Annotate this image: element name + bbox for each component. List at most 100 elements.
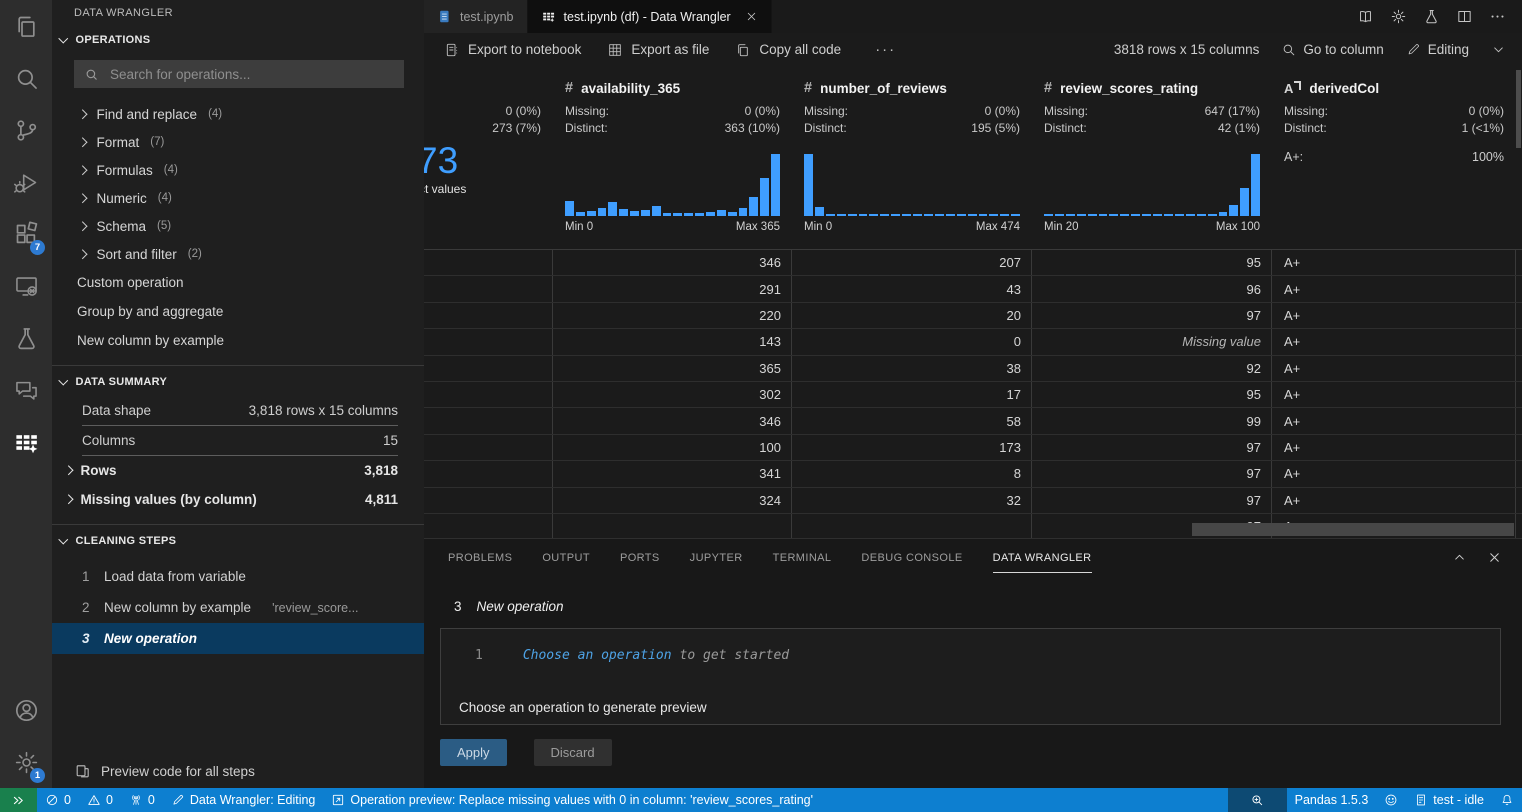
histogram-min-label: Min 20	[1044, 221, 1079, 233]
table-row[interactable]: 3653892A+	[424, 356, 1522, 382]
panel-tab-data-wrangler[interactable]: DATA WRANGLER	[993, 542, 1092, 573]
grid-column-header-number_of_reviews[interactable]: #number_of_reviewsMissing:0 (0%)Distinct…	[792, 66, 1032, 249]
status-item-bell[interactable]	[1492, 788, 1522, 812]
activity-bar-item-settings[interactable]: 1	[0, 736, 52, 788]
status-item-pencil[interactable]: Data Wrangler: Editing	[163, 788, 324, 812]
choose-operation-link[interactable]: Choose an operation	[523, 648, 672, 663]
histogram-bar	[673, 213, 682, 216]
error-icon	[45, 793, 59, 807]
cleaning-steps-section-header[interactable]: CLEANING STEPS	[52, 527, 424, 555]
missing-stat: 0 (0%)	[424, 102, 553, 119]
activity-bar-item-testing[interactable]	[0, 312, 52, 364]
apply-button[interactable]: Apply	[440, 739, 507, 766]
histogram-bar	[859, 214, 868, 217]
histogram-bar	[1251, 154, 1260, 216]
histogram-range: Min 0Max 365	[553, 216, 792, 238]
status-item-pandas-1-5-3[interactable]: Pandas 1.5.3	[1287, 788, 1377, 812]
export-file-icon	[607, 42, 623, 58]
export-to-notebook-button[interactable]: Export to notebook	[444, 42, 581, 58]
status-item-kernel[interactable]: test - idle	[1406, 788, 1492, 812]
operation-group[interactable]: Sort and filter(2)	[52, 240, 424, 268]
table-row[interactable]: 341897A+	[424, 461, 1522, 487]
operation-item[interactable]: New column by example	[52, 326, 424, 355]
status-item-preview-box[interactable]: Operation preview: Replace missing value…	[323, 788, 821, 812]
close-icon[interactable]	[1487, 550, 1502, 565]
tab-label: test.ipynb (df) - Data Wrangler	[564, 10, 731, 24]
status-item-feedback[interactable]	[1376, 788, 1406, 812]
grid-column-header-review_scores_rating[interactable]: #review_scores_ratingMissing:647 (17%)Di…	[1032, 66, 1272, 249]
close-icon[interactable]	[745, 10, 758, 23]
operations-search-input[interactable]	[108, 66, 394, 83]
ellipsis-icon[interactable]	[1489, 8, 1506, 25]
activity-bar-item-run-debug[interactable]	[0, 156, 52, 208]
cleaning-step[interactable]: 3New operation	[52, 623, 424, 654]
status-item-zoom-in[interactable]	[1228, 788, 1287, 812]
operation-item[interactable]: Group by and aggregate	[52, 297, 424, 326]
status-item-radio-tower[interactable]: 0	[121, 788, 163, 812]
activity-bar-item-source-control[interactable]	[0, 104, 52, 156]
more-actions-button[interactable]: ···	[875, 41, 896, 58]
gear-icon[interactable]	[1390, 8, 1407, 25]
cleaning-step[interactable]: 2New column by example'review_score...	[52, 592, 424, 623]
operations-section-header[interactable]: OPERATIONS	[52, 26, 424, 54]
table-row[interactable]: 3021795A+	[424, 382, 1522, 408]
operation-group[interactable]: Schema(5)	[52, 212, 424, 240]
remote-indicator[interactable]	[0, 788, 37, 812]
operation-code-editor[interactable]: 1 Choose an operation to get started Cho…	[440, 628, 1501, 725]
table-cell	[424, 329, 553, 354]
search-icon	[1281, 42, 1296, 57]
table-row[interactable]: 10017397A+	[424, 435, 1522, 461]
go-to-column-button[interactable]: Go to column	[1281, 42, 1383, 57]
chevron-down-icon[interactable]	[1491, 42, 1506, 57]
operations-search[interactable]	[74, 60, 404, 88]
table-row[interactable]: 34620795A+	[424, 250, 1522, 276]
table-row[interactable]: 3243297A+	[424, 488, 1522, 514]
activity-bar-item-data-wrangler[interactable]	[0, 416, 52, 468]
table-row[interactable]: 3465899A+	[424, 408, 1522, 434]
grid-column-header-derivedCol[interactable]: AderivedColMissing:0 (0%)Distinct:1 (<1%…	[1272, 66, 1516, 249]
open-preview-icon[interactable]	[1357, 8, 1374, 25]
chevron-up-icon[interactable]	[1452, 550, 1467, 565]
editor-tab[interactable]: test.ipynb (df) - Data Wrangler	[528, 0, 772, 33]
table-row[interactable]: 2914396A+	[424, 276, 1522, 302]
summary-row[interactable]: Missing values (by column)4,811	[82, 485, 398, 514]
editing-mode-button[interactable]: Editing	[1406, 42, 1469, 57]
beaker-icon[interactable]	[1423, 8, 1440, 25]
export-as-file-button[interactable]: Export as file	[607, 42, 709, 58]
operation-item[interactable]: Custom operation	[52, 268, 424, 297]
panel-tab-terminal[interactable]: TERMINAL	[773, 542, 832, 573]
panel-tab-output[interactable]: OUTPUT	[542, 542, 590, 573]
split-editor-icon[interactable]	[1456, 8, 1473, 25]
grid-column-header-availability_365[interactable]: #availability_365Missing:0 (0%)Distinct:…	[553, 66, 792, 249]
status-item-error[interactable]: 0	[37, 788, 79, 812]
activity-bar-item-remote-explorer[interactable]	[0, 260, 52, 312]
grid-column-headers: 0 (0%)273 (7%)73ct values#availability_3…	[424, 66, 1515, 249]
editor-tab[interactable]: test.ipynb	[424, 0, 528, 33]
panel-tab-ports[interactable]: PORTS	[620, 542, 660, 573]
stat-value: 363 (10%)	[725, 121, 780, 135]
vertical-scrollbar[interactable]	[1516, 70, 1521, 148]
panel-tab-problems[interactable]: PROBLEMS	[448, 542, 512, 573]
table-row[interactable]: 1430Missing valueA+	[424, 329, 1522, 355]
operation-group[interactable]: Formulas(4)	[52, 156, 424, 184]
copy-all-code-button[interactable]: Copy all code	[735, 42, 841, 58]
discard-button[interactable]: Discard	[534, 739, 612, 766]
activity-bar-item-files[interactable]	[0, 0, 52, 52]
horizontal-scrollbar[interactable]	[1192, 523, 1514, 536]
table-row[interactable]: 2202097A+	[424, 303, 1522, 329]
preview-code-all-steps[interactable]: Preview code for all steps	[74, 763, 255, 780]
operation-group[interactable]: Format(7)	[52, 128, 424, 156]
cleaning-step[interactable]: 1Load data from variable	[52, 561, 424, 592]
data-summary-section-header[interactable]: DATA SUMMARY	[52, 368, 424, 396]
activity-bar-item-extensions[interactable]: 7	[0, 208, 52, 260]
summary-row[interactable]: Rows3,818	[82, 456, 398, 485]
panel-tab-jupyter[interactable]: JUPYTER	[690, 542, 743, 573]
grid-column-header-clipped[interactable]: 0 (0%)273 (7%)73ct values	[424, 66, 553, 249]
panel-tab-debug-console[interactable]: DEBUG CONSOLE	[861, 542, 962, 573]
activity-bar-item-account[interactable]	[0, 684, 52, 736]
operation-group[interactable]: Numeric(4)	[52, 184, 424, 212]
status-item-warning[interactable]: 0	[79, 788, 121, 812]
operation-group[interactable]: Find and replace(4)	[52, 100, 424, 128]
activity-bar-item-comments[interactable]	[0, 364, 52, 416]
activity-bar-item-search[interactable]	[0, 52, 52, 104]
